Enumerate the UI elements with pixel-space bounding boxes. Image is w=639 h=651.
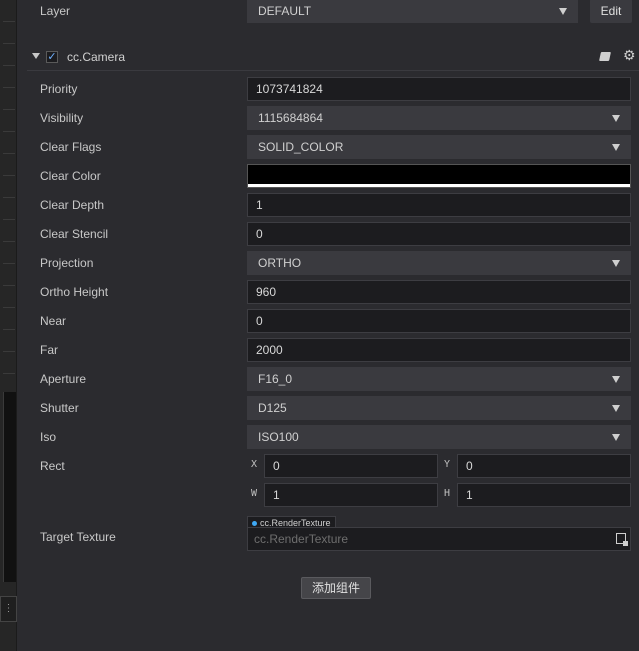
caret-down-icon: [612, 260, 620, 267]
component-enabled-checkbox[interactable]: ✓: [46, 51, 58, 63]
collapsed-panel-handle[interactable]: ⋮: [0, 596, 17, 622]
iso-select[interactable]: ISO100: [247, 425, 631, 449]
rect-h-input[interactable]: 1: [457, 483, 631, 507]
caret-down-icon: [612, 434, 620, 441]
target-texture-label: Target Texture: [40, 530, 116, 544]
gear-icon[interactable]: ⚙: [623, 47, 636, 64]
scene-ruler-strip: ⋮: [0, 0, 17, 651]
rect-x-input[interactable]: 0: [264, 454, 438, 478]
book-icon[interactable]: [599, 52, 611, 61]
camera-component-header[interactable]: ✓ cc.Camera ⚙: [27, 44, 639, 70]
rect-y-input[interactable]: 0: [457, 454, 631, 478]
rect-w-label: W: [251, 488, 258, 499]
clear-flags-label: Clear Flags: [40, 140, 102, 154]
clear-depth-input[interactable]: 1: [247, 193, 631, 217]
visibility-select[interactable]: 1115684864: [247, 106, 631, 130]
clear-flags-select[interactable]: SOLID_COLOR: [247, 135, 631, 159]
clear-depth-label: Clear Depth: [40, 198, 105, 212]
target-texture-field[interactable]: cc.RenderTexture: [247, 527, 631, 551]
aperture-select[interactable]: F16_0: [247, 367, 631, 391]
gutter: [17, 0, 27, 651]
aperture-label: Aperture: [40, 372, 87, 386]
shutter-value: D125: [258, 401, 287, 415]
far-label: Far: [40, 343, 58, 357]
shutter-select[interactable]: D125: [247, 396, 631, 420]
projection-select[interactable]: ORTHO: [247, 251, 631, 275]
projection-value: ORTHO: [258, 256, 302, 270]
visibility-label: Visibility: [40, 111, 84, 125]
far-input[interactable]: 2000: [247, 338, 631, 362]
rect-x-label: X: [251, 459, 258, 470]
rect-label: Rect: [40, 459, 65, 473]
asset-picker-icon[interactable]: [616, 533, 628, 546]
target-texture-placeholder: cc.RenderTexture: [254, 532, 349, 546]
near-label: Near: [40, 314, 67, 328]
add-component-button[interactable]: 添加组件: [301, 577, 371, 599]
triangle-down-icon[interactable]: [32, 53, 40, 59]
rect-w-input[interactable]: 1: [264, 483, 438, 507]
iso-label: Iso: [40, 430, 57, 444]
ortho-height-label: Ortho Height: [40, 285, 109, 299]
priority-input[interactable]: 1073741824: [247, 77, 631, 101]
shutter-label: Shutter: [40, 401, 79, 415]
clear-flags-value: SOLID_COLOR: [258, 140, 344, 154]
inspector-panel: Layer DEFAULT Edit ✓ cc.Camera ⚙ Priorit…: [27, 0, 639, 651]
projection-label: Projection: [40, 256, 94, 270]
clear-stencil-label: Clear Stencil: [40, 227, 109, 241]
clear-stencil-input[interactable]: 0: [247, 222, 631, 246]
ortho-height-input[interactable]: 960: [247, 280, 631, 304]
clear-color-label: Clear Color: [40, 169, 101, 183]
near-input[interactable]: 0: [247, 309, 631, 333]
visibility-value: 1115684864: [258, 111, 323, 125]
alpha-bar: [248, 184, 630, 187]
scene-preview-area: [3, 392, 16, 582]
caret-down-icon: [559, 8, 567, 15]
edit-layer-button[interactable]: Edit: [590, 0, 632, 23]
component-title: cc.Camera: [67, 50, 126, 64]
header-divider: [27, 70, 639, 71]
layer-label: Layer: [40, 4, 71, 18]
layer-select[interactable]: DEFAULT: [247, 0, 578, 23]
caret-down-icon: [612, 376, 620, 383]
rect-y-label: Y: [444, 459, 451, 470]
caret-down-icon: [612, 115, 620, 122]
rect-h-label: H: [444, 488, 451, 499]
caret-down-icon: [612, 144, 620, 151]
layer-value: DEFAULT: [258, 4, 312, 18]
iso-value: ISO100: [258, 430, 299, 444]
asset-dot-icon: [252, 521, 257, 527]
priority-label: Priority: [40, 82, 78, 96]
aperture-value: F16_0: [258, 372, 293, 386]
caret-down-icon: [612, 405, 620, 412]
clear-color-swatch[interactable]: [247, 164, 631, 188]
